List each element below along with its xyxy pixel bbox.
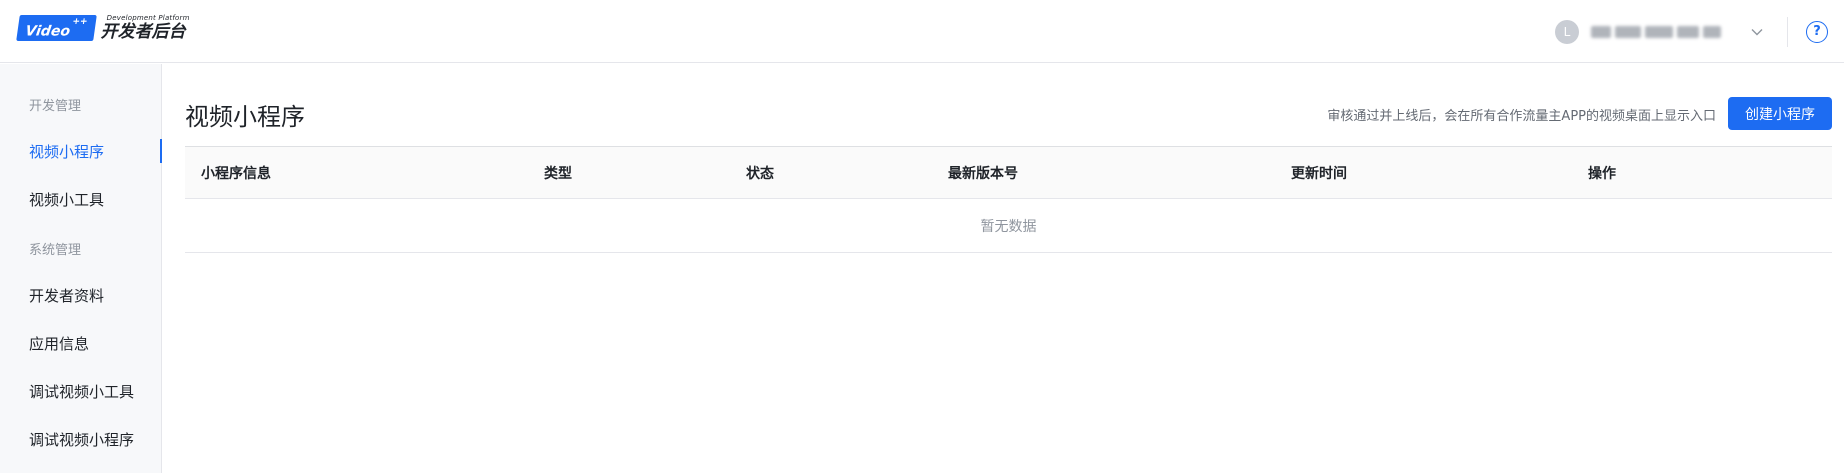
page-title: 视频小程序 bbox=[185, 103, 305, 131]
avatar[interactable]: L bbox=[1555, 19, 1579, 44]
logo-title: 开发者后台 bbox=[100, 22, 186, 42]
sidebar-item-developer-profile[interactable]: 开发者资料 bbox=[0, 280, 162, 310]
logo[interactable]: Video++ Development Platform 开发者后台 bbox=[16, 14, 190, 42]
hint-text: 审核通过并上线后，会在所有合作流量主APP的视频桌面上显示入口 bbox=[1327, 109, 1716, 124]
chevron-down-icon[interactable] bbox=[1751, 26, 1763, 38]
user-name-redacted[interactable] bbox=[1591, 24, 1731, 40]
logo-badge-text: Video bbox=[24, 23, 72, 40]
sidebar: 开发管理 视频小程序 视频小工具 系统管理 开发者资料 应用信息 调试视频小工具… bbox=[0, 64, 162, 473]
sidebar-item-video-miniprogram[interactable]: 视频小程序 bbox=[0, 136, 162, 166]
logo-badge-sup: ++ bbox=[71, 17, 89, 27]
logo-badge: Video++ bbox=[16, 15, 97, 41]
logo-subtitle: Development Platform bbox=[106, 14, 190, 22]
sidebar-item-debug-video-miniprogram[interactable]: 调试视频小程序 bbox=[0, 424, 162, 454]
miniprogram-table: 小程序信息 类型 状态 最新版本号 更新时间 操作 暂无数据 bbox=[185, 146, 1832, 253]
empty-state: 暂无数据 bbox=[185, 199, 1832, 253]
column-header-type: 类型 bbox=[544, 166, 572, 182]
column-header-version: 最新版本号 bbox=[948, 166, 1018, 182]
sidebar-group-system: 系统管理 bbox=[29, 243, 82, 258]
sidebar-group-dev: 开发管理 bbox=[29, 99, 82, 114]
help-icon[interactable]: ? bbox=[1806, 20, 1828, 43]
column-header-info: 小程序信息 bbox=[201, 166, 271, 182]
top-header: Video++ Development Platform 开发者后台 L ? bbox=[0, 0, 1844, 63]
create-miniprogram-button[interactable]: 创建小程序 bbox=[1728, 97, 1832, 130]
table-header: 小程序信息 类型 状态 最新版本号 更新时间 操作 bbox=[185, 146, 1832, 199]
user-area: L ? bbox=[1555, 0, 1844, 63]
column-header-actions: 操作 bbox=[1588, 166, 1616, 182]
column-header-updated: 更新时间 bbox=[1291, 166, 1347, 182]
column-header-status: 状态 bbox=[746, 166, 774, 182]
sidebar-item-app-info[interactable]: 应用信息 bbox=[0, 328, 162, 358]
logo-text: Development Platform 开发者后台 bbox=[101, 15, 190, 41]
sidebar-item-video-tool[interactable]: 视频小工具 bbox=[0, 184, 162, 214]
sidebar-item-debug-video-tool[interactable]: 调试视频小工具 bbox=[0, 376, 162, 406]
header-divider bbox=[1787, 16, 1788, 47]
